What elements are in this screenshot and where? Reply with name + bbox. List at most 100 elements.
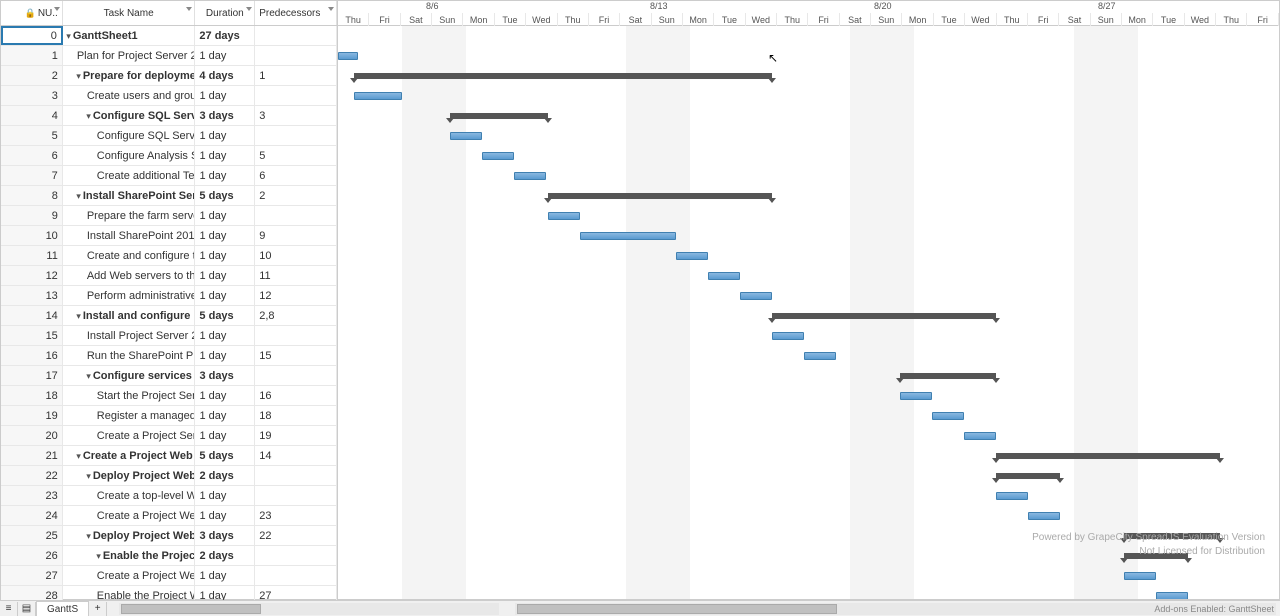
tab-menu-button[interactable]: ≡ (0, 602, 18, 616)
predecessors-cell[interactable]: 23 (255, 506, 337, 525)
row-number-cell[interactable]: 3 (1, 86, 63, 105)
table-row[interactable]: 12Add Web servers to the farm1 day11 (1, 266, 337, 286)
predecessors-cell[interactable]: 10 (255, 246, 337, 265)
task-name-cell[interactable]: Create a Project Server se (97, 430, 196, 442)
row-number-cell[interactable]: 16 (1, 346, 63, 365)
duration-cell[interactable]: 1 day (195, 566, 255, 585)
row-number-cell[interactable]: 13 (1, 286, 63, 305)
predecessors-cell[interactable] (255, 126, 337, 145)
task-name-cell[interactable]: Start the Project Server Ap (97, 390, 196, 402)
row-number-cell[interactable]: 5 (1, 126, 63, 145)
gantt-task-bar[interactable] (964, 432, 996, 440)
gantt-task-bar[interactable] (772, 332, 804, 340)
gantt-task-bar[interactable] (900, 392, 932, 400)
table-row[interactable]: 18Start the Project Server Ap1 day16 (1, 386, 337, 406)
predecessors-cell[interactable]: 11 (255, 266, 337, 285)
row-number-cell[interactable]: 27 (1, 566, 63, 585)
task-name-cell[interactable]: Install SharePoint 2013 on (87, 230, 196, 242)
gantt-task-bar[interactable] (1156, 592, 1188, 599)
predecessors-cell[interactable] (255, 366, 337, 385)
predecessors-cell[interactable]: 5 (255, 146, 337, 165)
duration-cell[interactable]: 1 day (195, 406, 255, 425)
duration-cell[interactable]: 2 days (195, 546, 255, 565)
gantt-task-bar[interactable] (580, 232, 676, 240)
predecessors-cell[interactable]: 1 (255, 66, 337, 85)
duration-cell[interactable]: 1 day (195, 386, 255, 405)
duration-cell[interactable]: 5 days (195, 306, 255, 325)
row-number-cell[interactable]: 4 (1, 106, 63, 125)
table-row[interactable]: 1Plan for Project Server 20131 day (1, 46, 337, 66)
duration-cell[interactable]: 1 day (195, 226, 255, 245)
grid-hscrollbar[interactable] (119, 603, 499, 615)
gantt-task-bar[interactable] (1028, 512, 1060, 520)
task-name-cell[interactable]: Install and configure Project (83, 310, 196, 322)
row-number-cell[interactable]: 14 (1, 306, 63, 325)
predecessors-cell[interactable]: 2,8 (255, 306, 337, 325)
duration-cell[interactable]: 1 day (195, 326, 255, 345)
predecessors-cell[interactable] (255, 86, 337, 105)
gantt-task-bar[interactable] (1124, 572, 1156, 580)
duration-cell[interactable]: 1 day (195, 146, 255, 165)
table-row[interactable]: 23Create a top-level Web si1 day (1, 486, 337, 506)
duration-cell[interactable]: 1 day (195, 46, 255, 65)
row-number-cell[interactable]: 23 (1, 486, 63, 505)
gantt-task-bar[interactable] (932, 412, 964, 420)
task-name-cell[interactable]: Configure services (93, 370, 192, 382)
table-row[interactable]: 19Register a managed accou1 day18 (1, 406, 337, 426)
predecessors-cell[interactable]: 16 (255, 386, 337, 405)
task-name-cell[interactable]: Create and configure the fa (87, 250, 196, 262)
predecessors-cell[interactable]: 12 (255, 286, 337, 305)
row-number-cell[interactable]: 26 (1, 546, 63, 565)
row-number-cell[interactable]: 15 (1, 326, 63, 345)
gantt-summary-bar[interactable] (548, 193, 772, 199)
predecessors-cell[interactable]: 18 (255, 406, 337, 425)
chevron-down-icon[interactable] (246, 7, 252, 11)
gantt-summary-bar[interactable] (996, 473, 1060, 479)
row-number-cell[interactable]: 2 (1, 66, 63, 85)
add-sheet-button[interactable]: + (89, 602, 107, 616)
predecessors-cell[interactable]: 19 (255, 426, 337, 445)
duration-cell[interactable]: 1 day (195, 206, 255, 225)
gantt-task-bar[interactable] (338, 52, 358, 60)
table-row[interactable]: 25Deploy Project Web App i3 days22 (1, 526, 337, 546)
row-number-cell[interactable]: 6 (1, 146, 63, 165)
row-number-cell[interactable]: 9 (1, 206, 63, 225)
row-number-cell[interactable]: 0 (1, 26, 63, 45)
task-name-cell[interactable]: Run the SharePoint Produc (87, 350, 196, 362)
gantt-task-bar[interactable] (804, 352, 836, 360)
predecessors-cell[interactable] (255, 326, 337, 345)
row-number-cell[interactable]: 8 (1, 186, 63, 205)
row-number-cell[interactable]: 1 (1, 46, 63, 65)
duration-cell[interactable]: 1 day (195, 286, 255, 305)
gantt-summary-bar[interactable] (996, 453, 1220, 459)
gantt-task-bar[interactable] (996, 492, 1028, 500)
task-name-cell[interactable]: Prepare for deployment (83, 70, 196, 82)
task-name-cell[interactable]: Create additional TempDB (97, 170, 196, 182)
col-header-predecessors[interactable]: Predecessors (255, 1, 337, 25)
gantt-body[interactable] (338, 26, 1279, 599)
chevron-down-icon[interactable] (186, 7, 192, 11)
task-name-cell[interactable]: Create a top-level Web si (97, 490, 196, 502)
task-name-cell[interactable]: Configure SQL Server and A (93, 110, 196, 122)
gantt-task-bar[interactable] (450, 132, 482, 140)
task-name-cell[interactable]: Create users and groups in (87, 90, 196, 102)
table-row[interactable]: 22Deploy Project Web App w2 days (1, 466, 337, 486)
col-header-number[interactable]: NU.. (1, 1, 63, 25)
predecessors-cell[interactable] (255, 546, 337, 565)
duration-cell[interactable]: 3 days (195, 366, 255, 385)
task-name-cell[interactable]: Install SharePoint Server 20 (83, 190, 196, 202)
duration-cell[interactable]: 1 day (195, 346, 255, 365)
predecessors-cell[interactable]: 9 (255, 226, 337, 245)
duration-cell[interactable]: 1 day (195, 246, 255, 265)
predecessors-cell[interactable]: 27 (255, 586, 337, 601)
row-number-cell[interactable]: 11 (1, 246, 63, 265)
task-name-cell[interactable]: Prepare the farm servers (87, 210, 196, 222)
table-row[interactable]: 28Enable the Project Web1 day27 (1, 586, 337, 601)
predecessors-cell[interactable]: 22 (255, 526, 337, 545)
gantt-summary-bar[interactable] (354, 73, 772, 79)
chevron-down-icon[interactable] (328, 7, 334, 11)
row-number-cell[interactable]: 12 (1, 266, 63, 285)
gantt-task-bar[interactable] (740, 292, 772, 300)
table-row[interactable]: 8Install SharePoint Server 205 days2 (1, 186, 337, 206)
task-name-cell[interactable]: Create a Project Web App (97, 510, 196, 522)
